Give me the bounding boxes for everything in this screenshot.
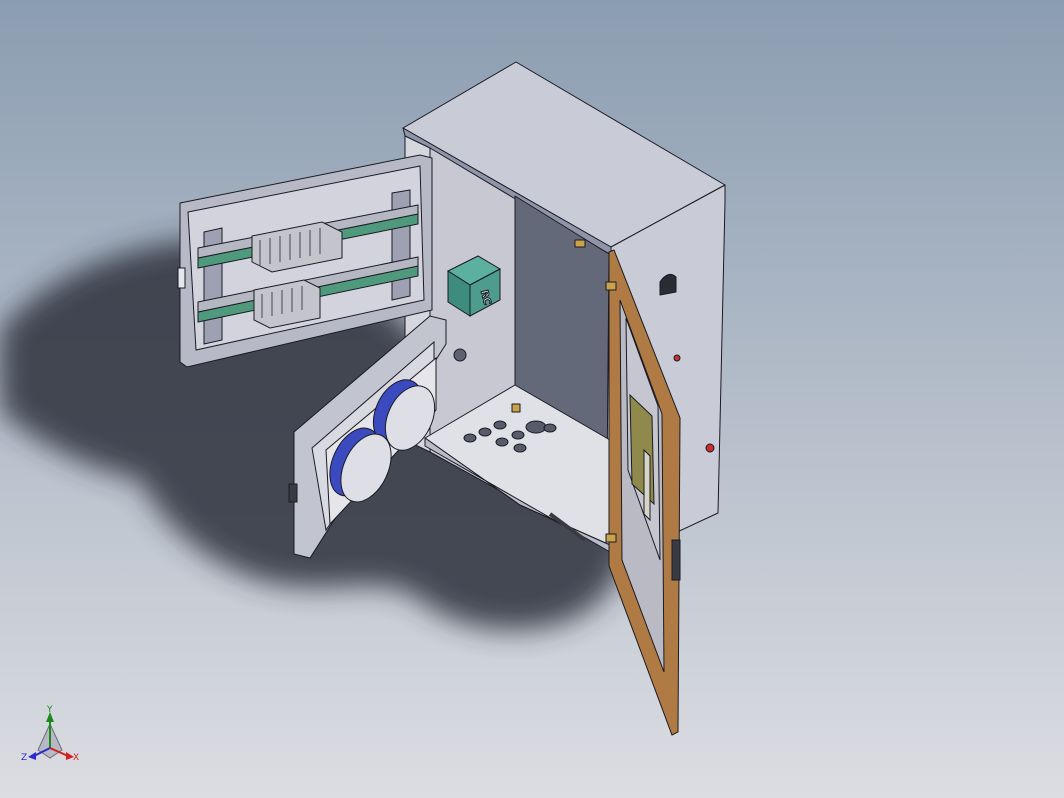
y-axis-label: Y [46, 705, 53, 715]
model-canvas[interactable]: RC Y X Z [0, 0, 1064, 798]
z-axis-label: Z [21, 753, 27, 763]
cad-viewport[interactable]: RC Y X Z [0, 0, 1064, 798]
x-axis-label: X [73, 753, 79, 763]
